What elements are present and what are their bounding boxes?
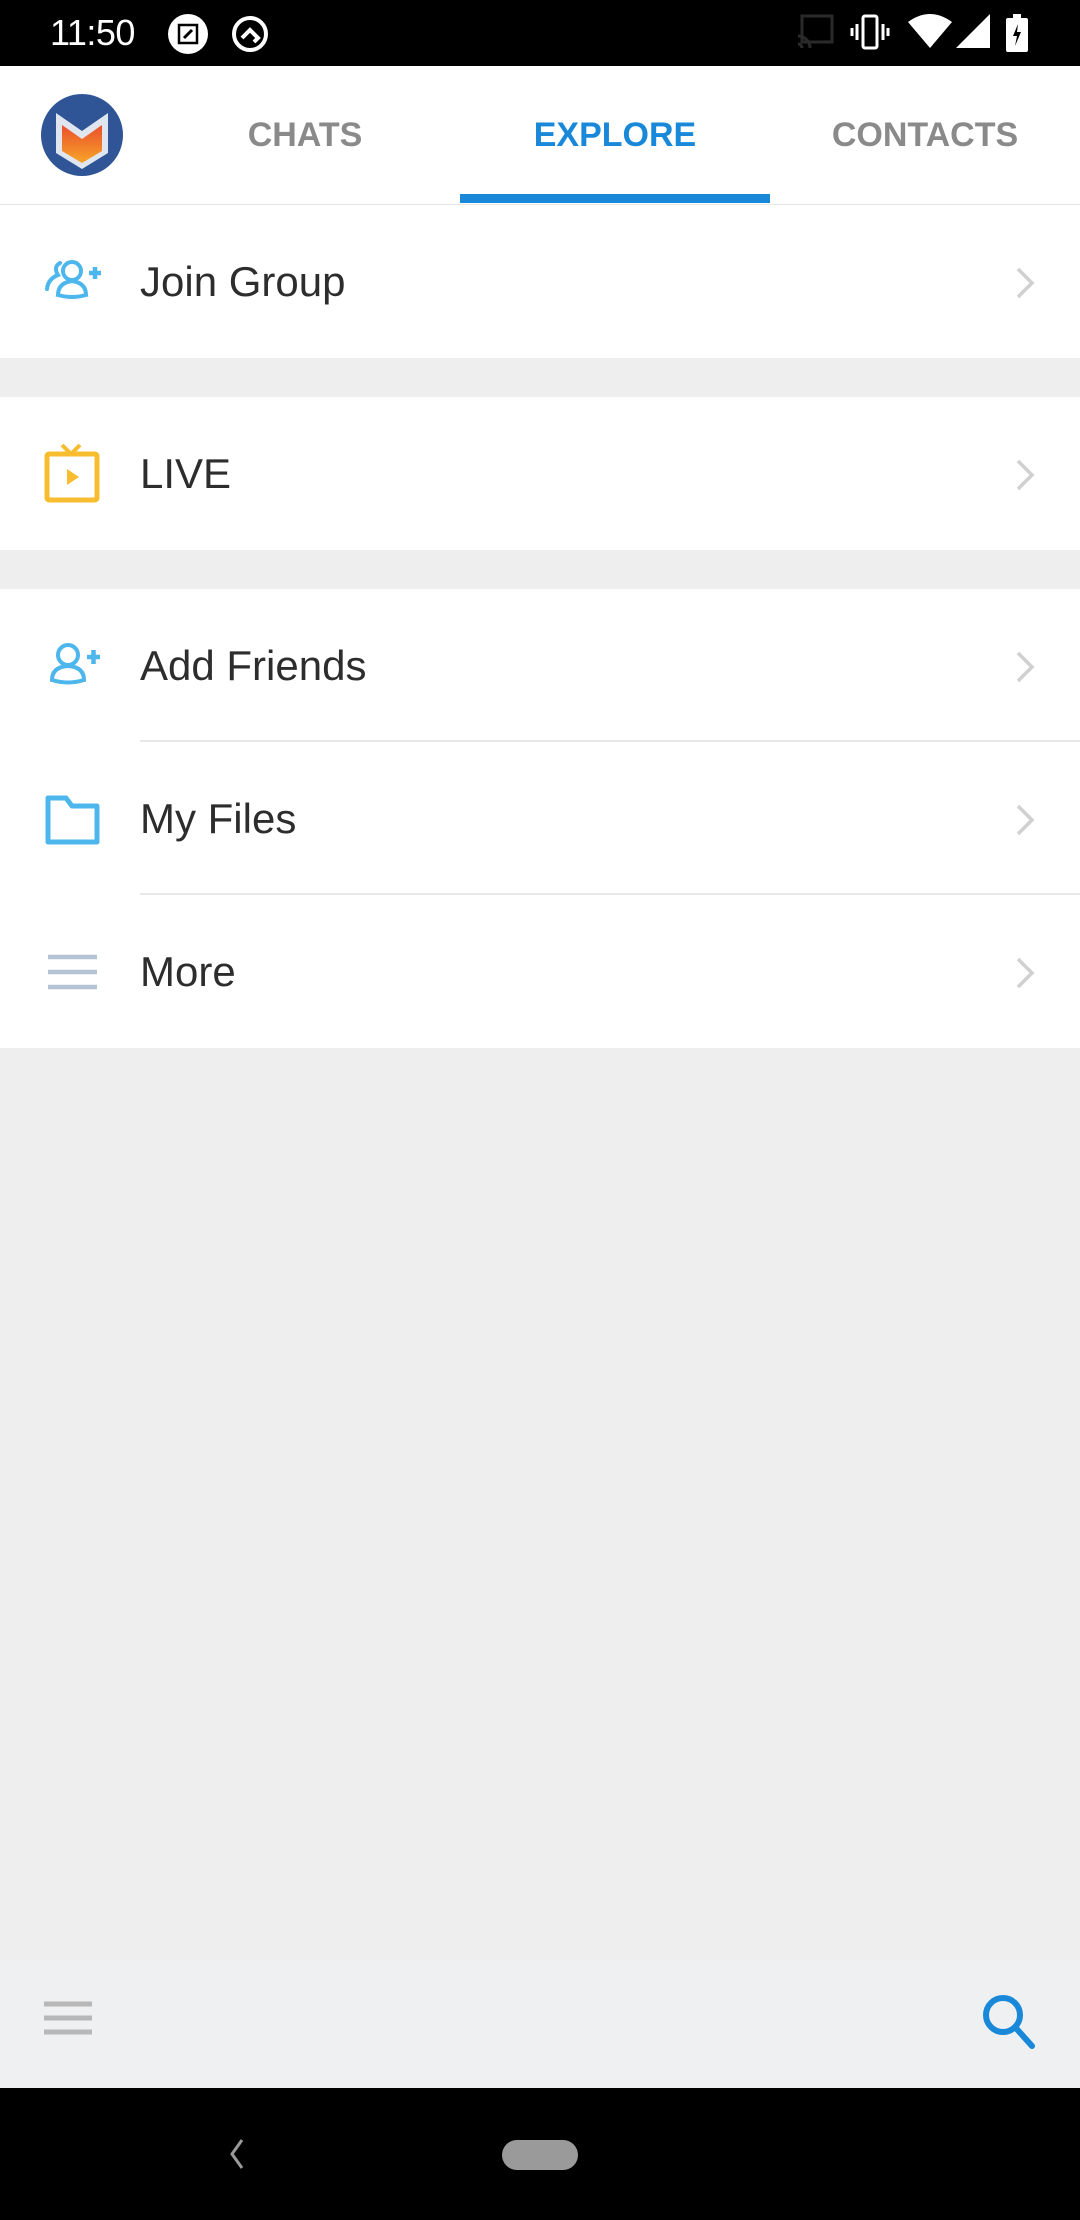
- more-lines-icon: [48, 954, 97, 990]
- tab-chats-label: CHATS: [247, 115, 363, 154]
- live-label: LIVE: [140, 449, 232, 497]
- join-group-label: Join Group: [140, 257, 346, 305]
- app-logo[interactable]: [40, 93, 124, 177]
- tab-contacts-label: CONTACTS: [831, 115, 1019, 154]
- chevron-right-icon: [1016, 459, 1035, 491]
- tab-explore[interactable]: EXPLORE: [460, 66, 770, 204]
- screenshot-edit-icon: [168, 14, 208, 54]
- more-label: More: [140, 947, 236, 995]
- add-friends-label: Add Friends: [140, 641, 367, 689]
- status-bar: 11:50: [0, 0, 1080, 66]
- chevron-right-icon: [1016, 267, 1035, 299]
- list-item-live[interactable]: LIVE: [0, 397, 1080, 550]
- battery-charging-icon: [1006, 14, 1028, 52]
- system-nav-bar: [0, 2088, 1080, 2220]
- my-files-label: My Files: [140, 794, 297, 842]
- chevron-right-icon: [1016, 651, 1035, 683]
- list-item-more[interactable]: More: [0, 895, 1080, 1048]
- wifi-icon: [908, 14, 952, 48]
- home-pill[interactable]: [502, 2140, 578, 2170]
- cast-icon: [797, 14, 834, 48]
- tab-bar: CHATS EXPLORE CONTACTS: [0, 66, 1080, 205]
- live-tv-icon: [44, 443, 100, 503]
- back-icon[interactable]: [226, 2136, 246, 2172]
- tab-contacts[interactable]: CONTACTS: [770, 66, 1080, 204]
- status-time: 11:50: [50, 12, 135, 53]
- tab-explore-label: EXPLORE: [533, 115, 697, 154]
- list-item-join-group[interactable]: Join Group: [0, 205, 1080, 358]
- section-join-group: Join Group: [0, 205, 1080, 358]
- tab-chats[interactable]: CHATS: [150, 66, 460, 204]
- active-tab-indicator: [460, 194, 770, 203]
- vpn-key-icon: [232, 16, 268, 52]
- chevron-right-icon: [1016, 804, 1035, 836]
- list-item-my-files[interactable]: My Files: [0, 742, 1080, 895]
- hamburger-menu-icon[interactable]: [40, 1998, 96, 2038]
- section-live: LIVE: [0, 397, 1080, 550]
- bottom-toolbar: [0, 1960, 1080, 2088]
- vibrate-icon: [850, 14, 890, 50]
- list-item-add-friends[interactable]: Add Friends: [0, 589, 1080, 742]
- chevron-right-icon: [1016, 957, 1035, 989]
- search-icon[interactable]: [978, 1990, 1040, 2052]
- section-tools: Add Friends My Files More: [0, 589, 1080, 1048]
- cellular-signal-icon: [956, 14, 990, 48]
- folder-icon: [45, 795, 100, 845]
- join-group-icon: [45, 260, 101, 299]
- add-friend-icon: [49, 643, 100, 685]
